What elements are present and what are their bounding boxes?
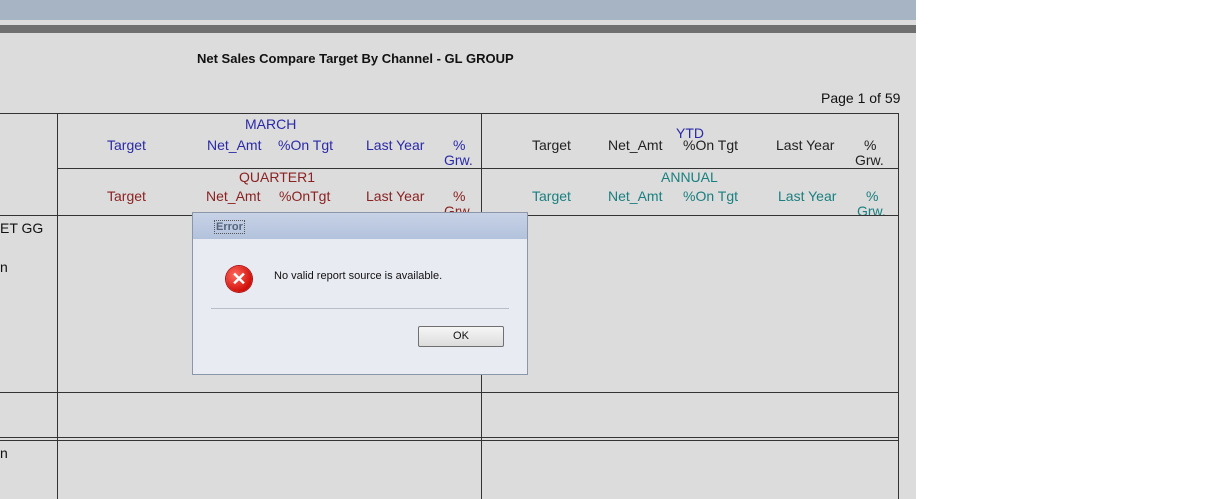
page-info: Page 1 of 59 xyxy=(821,90,901,106)
col-on-tgt: %On Tgt xyxy=(683,188,738,204)
col-net-amt: Net_Amt xyxy=(206,188,261,204)
dialog-title-bar[interactable]: Error xyxy=(193,213,527,239)
row-label: n xyxy=(0,259,8,275)
col-target: Target xyxy=(532,137,571,153)
col-last-year: Last Year xyxy=(366,188,425,204)
dialog-separator xyxy=(211,308,509,309)
grid-line xyxy=(57,168,899,169)
grid-line xyxy=(898,113,899,499)
col-on-tgt: %OnTgt xyxy=(279,188,331,204)
period-label-annual: ANNUAL xyxy=(661,169,718,185)
ok-button[interactable]: OK xyxy=(418,326,504,347)
error-dialog: Error ✕ No valid report source is availa… xyxy=(192,212,528,375)
grid-line xyxy=(57,113,58,499)
row-label: n xyxy=(0,445,8,461)
viewer-toolbar xyxy=(0,0,916,20)
period-label-quarter: QUARTER1 xyxy=(239,169,315,185)
report-title: Net Sales Compare Target By Channel - GL… xyxy=(197,51,514,66)
grid-line xyxy=(0,113,899,114)
col-pct: % xyxy=(864,137,877,153)
col-grw: Grw. xyxy=(855,152,884,168)
col-pct: % xyxy=(453,137,466,153)
col-grw: Grw. xyxy=(857,203,886,215)
period-label-march: MARCH xyxy=(245,116,297,132)
col-net-amt: Net_Amt xyxy=(608,137,663,153)
col-on-tgt: %On Tgt xyxy=(278,137,333,153)
row-label: ET GG xyxy=(0,220,44,236)
col-pct: % xyxy=(453,188,466,204)
col-last-year: Last Year xyxy=(776,137,835,153)
col-pct: % xyxy=(866,188,879,204)
col-target: Target xyxy=(107,137,146,153)
grid-line xyxy=(0,440,899,441)
col-target: Target xyxy=(532,188,571,204)
col-target: Target xyxy=(107,188,146,204)
col-last-year: Last Year xyxy=(778,188,837,204)
col-grw: Grw. xyxy=(444,152,473,168)
grid-line xyxy=(0,392,899,393)
col-net-amt: Net_Amt xyxy=(207,137,262,153)
grid-line xyxy=(0,437,899,438)
error-x-icon: ✕ xyxy=(226,266,252,292)
col-last-year: Last Year xyxy=(366,137,425,153)
dialog-title: Error xyxy=(214,220,245,234)
dialog-message: No valid report source is available. xyxy=(274,270,443,282)
col-net-amt: Net_Amt xyxy=(608,188,663,204)
col-on-tgt: %On Tgt xyxy=(683,137,738,153)
report-top-border xyxy=(0,25,916,33)
